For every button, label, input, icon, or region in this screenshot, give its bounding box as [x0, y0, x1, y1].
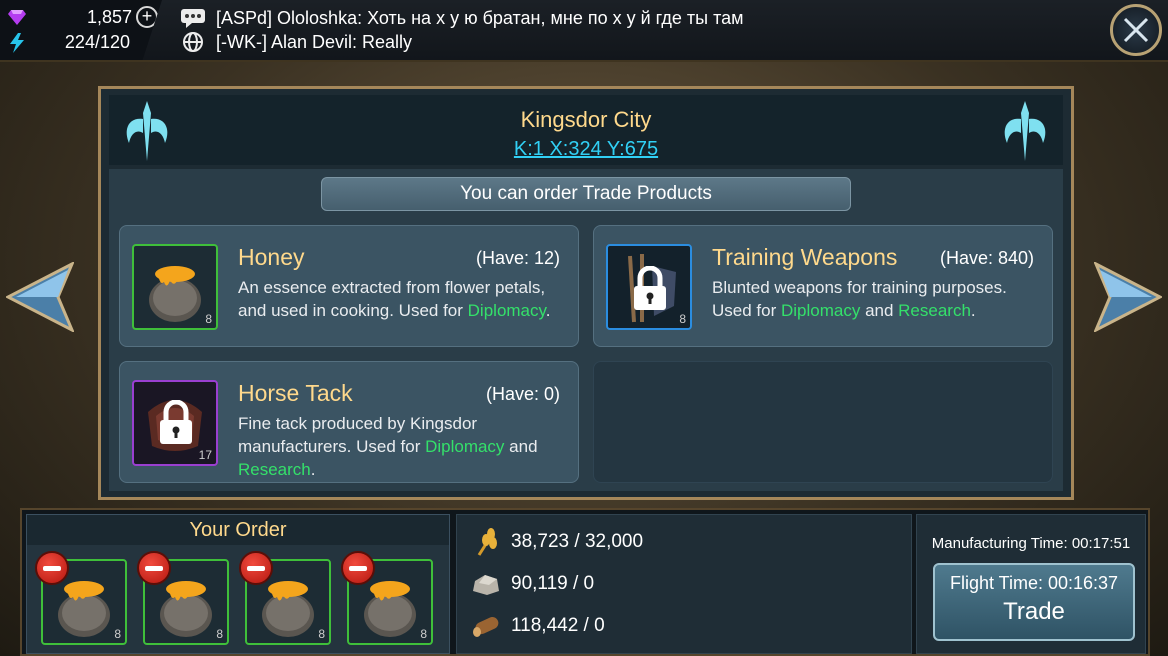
stone-cost-row: 90,119 / 0: [471, 569, 594, 599]
chat-line: [ASPd] Ololoshka: Хоть на х у ю братан, …: [180, 6, 744, 30]
diplomacy-link[interactable]: Diplomacy: [425, 437, 504, 456]
wood-cost-row: 118,442 / 0: [471, 611, 605, 641]
product-description: Blunted weapons for training purposes. U…: [712, 278, 1007, 320]
minus-icon: [349, 565, 367, 571]
trade-dialog: Kingsdor City K:1 X:324 Y:675 You can or…: [98, 86, 1074, 500]
remove-item-button[interactable]: [341, 551, 375, 585]
order-slot-honey[interactable]: 8: [35, 551, 127, 645]
minus-icon: [247, 565, 265, 571]
order-slot-honey[interactable]: 8: [137, 551, 229, 645]
empty-product-slot: [593, 361, 1053, 483]
globe-icon: [180, 32, 206, 52]
wheat-icon: [471, 527, 501, 557]
product-list: You can order Trade Products 8 Honey (Ha…: [109, 169, 1063, 491]
product-title: Honey: [238, 244, 305, 270]
food-cost-row: 38,723 / 32,000: [471, 527, 643, 557]
item-level: 8: [679, 312, 686, 326]
manufacturing-time: Manufacturing Time: 00:17:51: [931, 535, 1131, 552]
training-weapons-icon: 8: [606, 244, 692, 330]
city-name: Kingsdor City: [520, 107, 652, 132]
product-card-horse-tack[interactable]: 17 Horse Tack (Have: 0) Fine tack produc…: [119, 361, 579, 483]
gem-icon: [8, 10, 26, 25]
top-bar: 1,857 + 224/120 [ASPd] Ololoshka: Хоть н…: [0, 0, 1168, 62]
speech-bubble-icon: [180, 8, 206, 28]
chat-message: [-WK-] Alan Devil: Really: [216, 31, 413, 52]
resource-costs: 38,723 / 32,000 90,119 / 0 118,442 / 0: [456, 514, 912, 654]
energy-row: 224/120: [8, 32, 158, 53]
chat-message: [ASPd] Ololoshka: Хоть на х у ю братан, …: [216, 7, 744, 28]
minus-icon: [43, 565, 61, 571]
minus-icon: [145, 565, 163, 571]
your-order-title: Your Order: [27, 515, 449, 545]
research-link[interactable]: Research: [898, 301, 971, 320]
product-description: Fine tack produced by Kingsdor manufactu…: [238, 414, 538, 479]
diplomacy-link[interactable]: Diplomacy: [781, 301, 860, 320]
item-level: 8: [216, 627, 223, 641]
product-have-count: (Have: 840): [939, 248, 1034, 268]
remove-item-button[interactable]: [35, 551, 69, 585]
trade-button-label: Trade: [1003, 598, 1065, 625]
item-level: 8: [420, 627, 427, 641]
trade-panel: Manufacturing Time: 00:17:51 Flight Time…: [916, 514, 1146, 654]
product-card-honey[interactable]: 8 Honey (Have: 12) An essence extracted …: [119, 225, 579, 347]
product-have-count: (Have: 12): [475, 248, 560, 268]
add-gems-button[interactable]: +: [136, 6, 158, 28]
order-panel: Your Order 8 8 8 8 38,723 / 32,000 90,11…: [20, 508, 1150, 656]
product-description: An essence extracted from flower petals,…: [238, 278, 551, 320]
remove-item-button[interactable]: [137, 551, 171, 585]
city-header: Kingsdor City K:1 X:324 Y:675: [109, 95, 1063, 165]
trade-button[interactable]: Flight Time: 00:16:37 Trade: [933, 563, 1135, 641]
item-level: 17: [198, 448, 212, 462]
item-level: 8: [205, 312, 212, 326]
next-arrow-button[interactable]: [1094, 262, 1162, 332]
remove-item-button[interactable]: [239, 551, 273, 585]
food-cost-value: 38,723 / 32,000: [511, 531, 644, 552]
close-icon: [1123, 17, 1149, 43]
research-link[interactable]: Research: [238, 460, 311, 479]
wood-log-icon: [471, 611, 501, 641]
order-slot-honey[interactable]: 8: [341, 551, 433, 645]
product-title: Horse Tack: [238, 380, 353, 406]
order-banner: You can order Trade Products: [321, 177, 851, 211]
lightning-bolt-icon: [10, 32, 24, 53]
lock-icon: [160, 400, 192, 444]
product-card-training-weapons[interactable]: 8 Training Weapons (Have: 840) Blunted w…: [593, 225, 1053, 347]
product-have-count: (Have: 0): [485, 384, 560, 404]
lock-icon: [634, 266, 666, 310]
energy-count: 224/120: [64, 32, 130, 52]
close-button[interactable]: [1110, 4, 1162, 56]
gems-count: 1,857: [86, 6, 132, 27]
wood-cost-value: 118,442 / 0: [511, 615, 605, 636]
product-title: Training Weapons: [712, 244, 898, 270]
city-coordinates-link[interactable]: K:1 X:324 Y:675: [109, 138, 1063, 161]
chat-feed[interactable]: [ASPd] Ololoshka: Хоть на х у ю братан, …: [180, 6, 744, 54]
item-level: 8: [318, 627, 325, 641]
flight-time: Flight Time: 00:16:37: [949, 573, 1119, 593]
gems-row: 1,857 +: [8, 6, 158, 28]
stone-icon: [471, 569, 501, 599]
stone-cost-value: 90,119 / 0: [511, 573, 595, 594]
chat-line: [-WK-] Alan Devil: Really: [180, 30, 744, 54]
your-order-panel: Your Order 8 8 8 8: [26, 514, 450, 654]
resource-panel: 1,857 + 224/120: [0, 0, 162, 60]
previous-arrow-button[interactable]: [6, 262, 74, 332]
item-level: 8: [114, 627, 121, 641]
order-slot-honey[interactable]: 8: [239, 551, 331, 645]
honey-pot-icon: 8: [132, 244, 218, 330]
horse-tack-icon: 17: [132, 380, 218, 466]
diplomacy-link[interactable]: Diplomacy: [468, 301, 546, 320]
city-coordinates: K:1 X:324 Y:675: [513, 138, 659, 160]
